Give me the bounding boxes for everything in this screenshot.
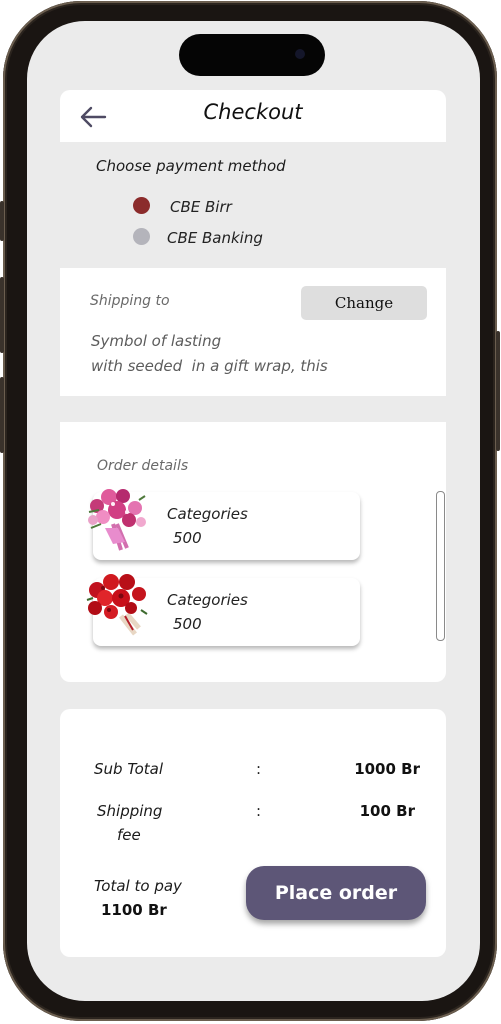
volume-down-button — [0, 377, 4, 453]
action-button — [0, 201, 4, 241]
item-name: Categories — [167, 591, 248, 609]
shipping-address-line-1: Symbol of lasting — [91, 332, 222, 350]
shipping-fee-colon: : — [256, 802, 262, 820]
item-name: Categories — [167, 505, 248, 523]
shipping-label: Shipping to — [90, 293, 170, 309]
shipping-fee-label-line-1: Shipping — [97, 802, 163, 820]
item-price: 500 — [173, 615, 202, 633]
total-to-pay-label: Total to pay — [94, 877, 182, 895]
power-button — [496, 331, 500, 451]
subtotal-label: Sub Total — [94, 760, 164, 778]
subtotal-value: 1000 Br — [354, 760, 420, 778]
dynamic-island — [179, 34, 325, 76]
pink-bouquet-image — [88, 489, 146, 551]
red-rose-bouquet-image — [86, 574, 148, 636]
change-address-button[interactable]: Change — [301, 286, 427, 320]
radio-cbe-banking[interactable] — [133, 228, 150, 245]
subtotal-colon: : — [256, 760, 262, 778]
header-bar: Checkout — [60, 90, 446, 142]
place-order-button[interactable]: Place order — [246, 866, 426, 920]
total-to-pay-value: 1100 Br — [101, 901, 167, 919]
payment-method-heading: Choose payment method — [96, 157, 286, 175]
order-details-label: Order details — [97, 458, 189, 474]
item-price: 500 — [173, 529, 202, 547]
order-list-scrollbar[interactable] — [436, 491, 445, 641]
shipping-card: Shipping to Change Symbol of lasting wit… — [60, 268, 446, 396]
radio-label-cbe-birr[interactable]: CBE Birr — [170, 198, 232, 216]
shipping-address-line-2: with seeded in a gift wrap, this — [91, 357, 328, 375]
shipping-fee-label-line-2: fee — [117, 826, 141, 844]
order-item[interactable]: Categories 500 — [88, 489, 360, 560]
shipping-fee-value: 100 Br — [359, 802, 415, 820]
radio-label-cbe-banking[interactable]: CBE Banking — [167, 229, 263, 247]
page-title: Checkout — [203, 100, 303, 124]
camera-icon — [295, 49, 305, 59]
order-summary-card: Sub Total : 1000 Br Shipping fee : 100 B… — [60, 709, 446, 957]
radio-cbe-birr[interactable] — [133, 197, 150, 214]
order-item[interactable]: Categories 500 — [86, 574, 360, 646]
volume-up-button — [0, 277, 4, 353]
order-details-card: Order details Categories 500 Categories … — [60, 422, 446, 682]
